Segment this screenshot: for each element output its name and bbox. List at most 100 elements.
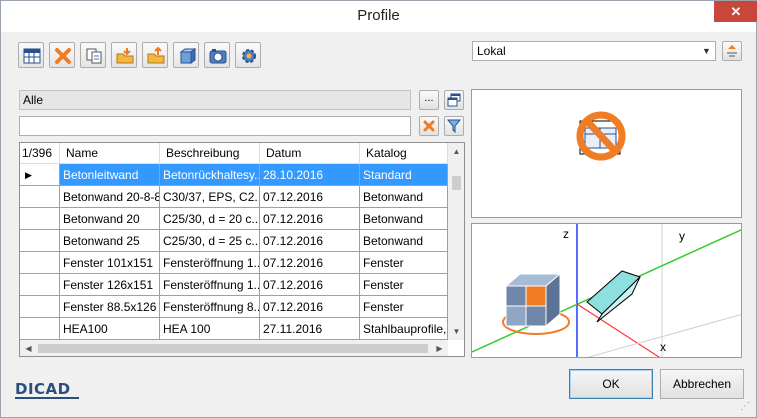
cell-catalog[interactable]: Betonwand (360, 230, 448, 252)
cell-name[interactable]: Betonwand 25 (60, 230, 160, 252)
scroll-down-icon[interactable]: ▼ (448, 323, 464, 340)
windows-icon (447, 93, 461, 107)
column-header-description[interactable]: Beschreibung (160, 143, 260, 164)
row-selector[interactable] (20, 208, 60, 230)
cell-description[interactable]: C25/30, d = 25 c... (160, 230, 260, 252)
table-row[interactable]: HEA100HEA 10027.11.2016Stahlbauprofile,H… (20, 318, 448, 340)
row-selector[interactable] (20, 296, 60, 318)
row-selector[interactable]: ▶ (20, 164, 60, 186)
cell-date[interactable]: 07.12.2016 (260, 252, 360, 274)
scroll-right-icon[interactable]: ▶ (431, 340, 448, 356)
table-row[interactable]: Fenster 101x151 Fensteröffnung 1... 07.12.… (20, 252, 448, 274)
cell-date[interactable]: 07.12.2016 (260, 230, 360, 252)
cell-catalog[interactable]: Fenster (360, 274, 448, 296)
camera-button[interactable] (204, 42, 230, 68)
cell-catalog[interactable]: Betonwand (360, 208, 448, 230)
cancel-button[interactable]: Abbrechen (660, 369, 744, 399)
cell-description[interactable]: HEA 100 (160, 318, 260, 340)
profile-table[interactable]: 1/396 Name Beschreibung Datum Katalog ▶ B… (19, 142, 465, 357)
dimension-button[interactable] (173, 42, 199, 68)
filter-icon (447, 119, 461, 133)
column-header-date[interactable]: Datum (260, 143, 360, 164)
scroll-left-icon[interactable]: ◀ (20, 340, 37, 356)
cell-description[interactable]: Betonrückhaltesy... (160, 164, 260, 186)
export-button[interactable] (142, 42, 168, 68)
vertical-scrollbar[interactable]: ▲ ▼ (448, 143, 464, 340)
dimension-icon (179, 48, 196, 64)
cell-catalog[interactable]: Standard (360, 164, 448, 186)
row-selector[interactable] (20, 318, 60, 340)
row-selector[interactable] (20, 230, 60, 252)
cell-description[interactable]: C30/37, EPS, C2... (160, 186, 260, 208)
search-input[interactable] (19, 116, 411, 136)
window-button[interactable] (444, 90, 464, 110)
sort-button[interactable] (722, 41, 742, 61)
cell-catalog[interactable]: Stahlbauprofile,H... (360, 318, 448, 340)
browse-button[interactable]: ... (419, 90, 439, 110)
cell-name[interactable]: Betonwand 20 (60, 208, 160, 230)
cell-description[interactable]: Fensteröffnung 8... (160, 296, 260, 318)
cell-name[interactable]: Betonwand 20-8-8 (60, 186, 160, 208)
row-counter: 1/396 (20, 143, 60, 164)
cell-date[interactable]: 07.12.2016 (260, 208, 360, 230)
table-row[interactable]: Betonwand 20-8-8 C30/37, EPS, C2... 07.12.… (20, 186, 448, 208)
clear-filter-button[interactable] (419, 116, 439, 136)
row-selector[interactable] (20, 186, 60, 208)
current-row-arrow-icon: ▶ (25, 170, 32, 180)
axis-label-z: z (563, 227, 569, 241)
import-button[interactable] (111, 42, 137, 68)
cell-date[interactable]: 28.10.2016 (260, 164, 360, 186)
vertical-scroll-thumb[interactable] (452, 176, 461, 190)
row-selector[interactable] (20, 252, 60, 274)
ok-button[interactable]: OK (569, 369, 653, 399)
axis-label-x: x (660, 340, 666, 354)
cell-catalog[interactable]: Betonwand (360, 186, 448, 208)
cell-name[interactable]: Fenster 101x151 (60, 252, 160, 274)
cell-date[interactable]: 07.12.2016 (260, 186, 360, 208)
cell-catalog[interactable]: Fenster (360, 296, 448, 318)
filter-button[interactable] (444, 116, 464, 136)
horizontal-scroll-thumb[interactable] (38, 344, 428, 353)
close-button[interactable]: ✕ (714, 1, 757, 22)
window-title: Profile (357, 7, 400, 24)
3d-scene: z y x (472, 224, 741, 357)
table-row[interactable]: Betonwand 20 C25/30, d = 20 c... 07.12.201… (20, 208, 448, 230)
clear-icon (423, 120, 435, 132)
no-preview-icon (576, 111, 626, 161)
cell-date[interactable]: 27.11.2016 (260, 318, 360, 340)
table-row[interactable]: Betonwand 25 C25/30, d = 25 c... 07.12.201… (20, 230, 448, 252)
table-row[interactable]: ▶ Betonleitwand Betonrückhaltesy... 28.10.2… (20, 164, 448, 186)
cell-name[interactable]: Betonleitwand (60, 164, 160, 186)
scroll-up-icon[interactable]: ▲ (448, 143, 464, 160)
category-field[interactable]: Alle (19, 90, 411, 110)
table-row[interactable]: Fenster 126x151 Fensteröffnung 1... 07.12.… (20, 274, 448, 296)
delete-icon (55, 48, 71, 64)
cell-description[interactable]: C25/30, d = 20 c... (160, 208, 260, 230)
category-field-value: Alle (23, 93, 44, 107)
axis-label-y: y (679, 229, 685, 243)
table-row[interactable]: Fenster 88.5x126 Fensteröffnung 8... 07.12… (20, 296, 448, 318)
table-view-button[interactable] (18, 42, 44, 68)
delete-button[interactable] (49, 42, 75, 68)
table-icon (23, 48, 41, 64)
row-selector[interactable] (20, 274, 60, 296)
column-header-catalog[interactable]: Katalog (360, 143, 448, 164)
location-select-value: Lokal (477, 44, 506, 58)
cell-name[interactable]: Fenster 126x151 (60, 274, 160, 296)
cell-name[interactable]: Fenster 88.5x126 (60, 296, 160, 318)
cell-date[interactable]: 07.12.2016 (260, 274, 360, 296)
copy-button[interactable] (80, 42, 106, 68)
logo-underline (15, 397, 79, 399)
location-select[interactable]: Lokal ▼ (472, 41, 716, 61)
horizontal-scrollbar[interactable]: ◀ ▶ (20, 340, 448, 356)
cell-catalog[interactable]: Fenster (360, 252, 448, 274)
resize-grip-icon[interactable]: ⋰ (740, 401, 754, 415)
cell-description[interactable]: Fensteröffnung 1... (160, 252, 260, 274)
chevron-down-icon: ▼ (702, 46, 711, 56)
cell-description[interactable]: Fensteröffnung 1... (160, 274, 260, 296)
cell-date[interactable]: 07.12.2016 (260, 296, 360, 318)
column-header-name[interactable]: Name (60, 143, 160, 164)
settings-button[interactable] (235, 42, 261, 68)
3d-view[interactable]: z y x (471, 223, 742, 358)
cell-name[interactable]: HEA100 (60, 318, 160, 340)
